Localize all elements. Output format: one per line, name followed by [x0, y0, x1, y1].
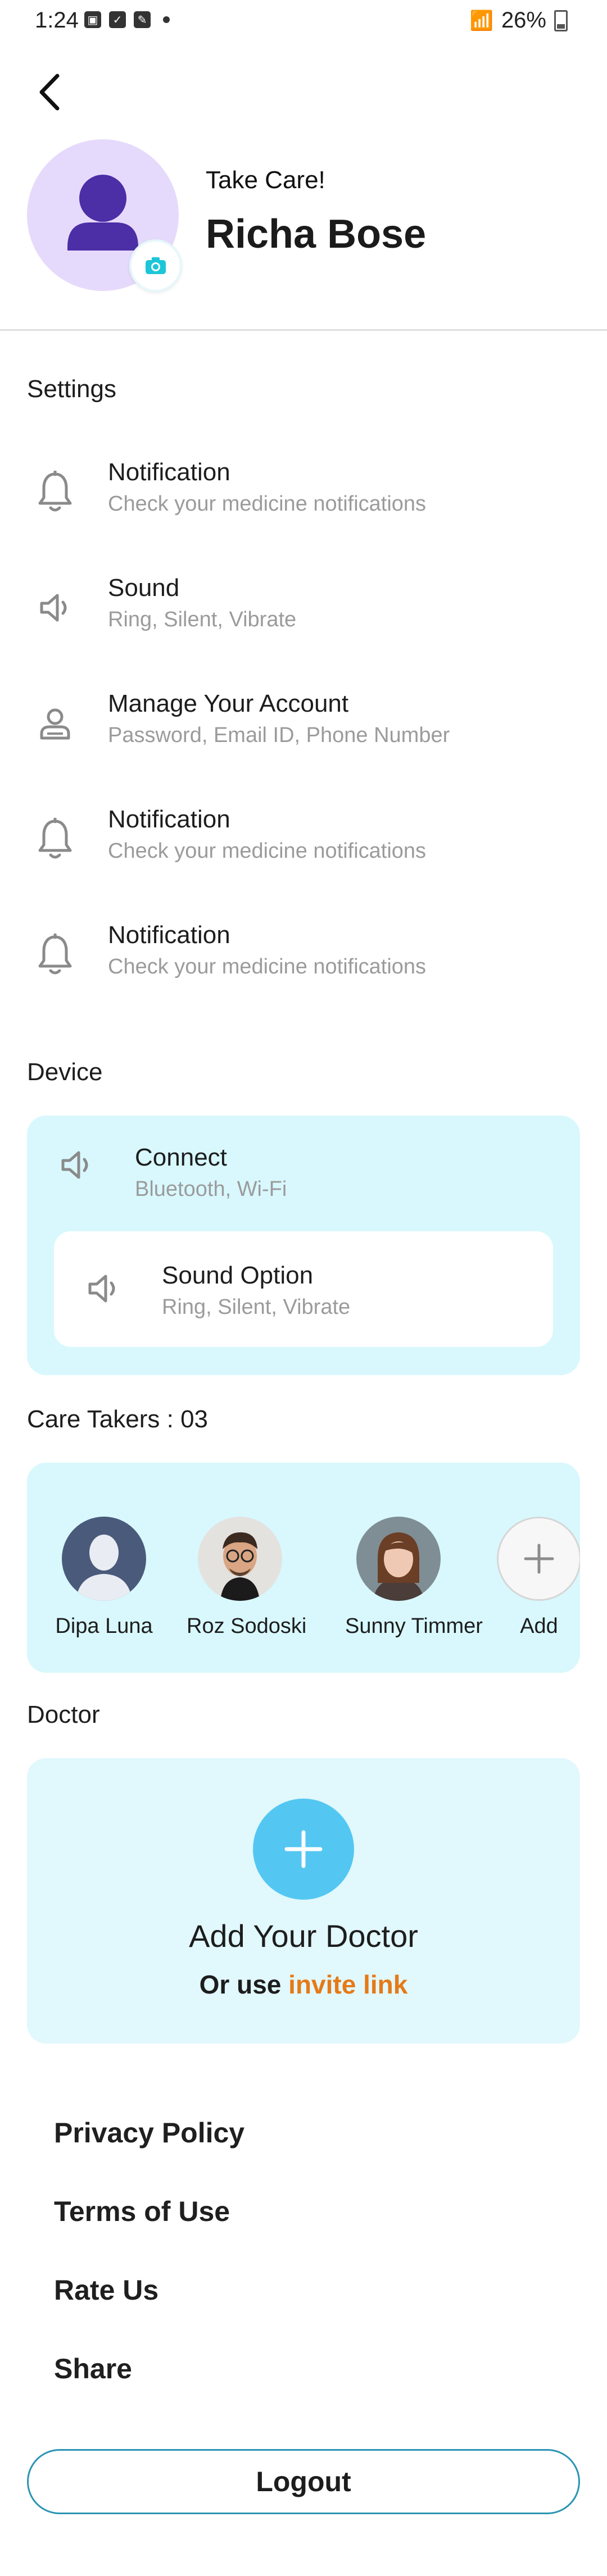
- add-doctor-label: Add Your Doctor: [189, 1918, 418, 1954]
- notification-icons: ▣ ✓ ✎: [84, 11, 170, 28]
- settings-item-title: Notification: [108, 921, 230, 949]
- connect-title: Connect: [135, 1144, 227, 1171]
- add-doctor-button[interactable]: [253, 1799, 354, 1900]
- settings-item-sound[interactable]: Sound Ring, Silent, Vibrate: [0, 557, 607, 658]
- settings-item-subtitle: Ring, Silent, Vibrate: [108, 608, 297, 631]
- plus-icon: [284, 1830, 323, 1868]
- settings-item-subtitle: Check your medicine notifications: [108, 492, 427, 516]
- terms-of-use-link[interactable]: Terms of Use: [54, 2195, 230, 2228]
- share-link[interactable]: Share: [54, 2352, 132, 2385]
- settings-item-title: Sound: [108, 574, 180, 602]
- caretaker-item[interactable]: Sunny Timmer: [345, 1517, 483, 1639]
- user-icon: [33, 701, 78, 746]
- settings-item-subtitle: Check your medicine notifications: [108, 955, 427, 978]
- settings-item-notification[interactable]: Notification Check your medicine notific…: [0, 904, 607, 1005]
- caretaker-item[interactable]: Dipa Luna: [51, 1517, 157, 1639]
- caretaker-item[interactable]: Roz Sodoski: [187, 1517, 307, 1639]
- avatar: [198, 1517, 282, 1601]
- speaker-icon: [85, 1271, 121, 1309]
- doctor-card: Add Your Doctor Or use invite link: [27, 1758, 580, 2043]
- sound-option-title: Sound Option: [162, 1262, 314, 1289]
- caretaker-name: Add: [520, 1614, 558, 1638]
- logout-button[interactable]: Logout: [27, 2449, 580, 2514]
- chevron-left-icon: [39, 74, 60, 111]
- wifi-icon: 📶: [469, 10, 493, 31]
- bell-icon: [33, 932, 78, 977]
- settings-item-account[interactable]: Manage Your Account Password, Email ID, …: [0, 673, 607, 774]
- invite-line: Or use invite link: [27, 1969, 580, 2000]
- speaker-icon: [58, 1147, 94, 1186]
- settings-item-notification[interactable]: Notification Check your medicine notific…: [0, 442, 607, 543]
- settings-item-notification[interactable]: Notification Check your medicine notific…: [0, 789, 607, 890]
- rate-us-link[interactable]: Rate Us: [54, 2274, 158, 2306]
- invite-link[interactable]: invite link: [288, 1970, 407, 1999]
- divider: [0, 329, 607, 331]
- settings-item-title: Notification: [108, 805, 230, 833]
- greeting: Take Care!: [206, 166, 325, 194]
- check-icon: ✓: [109, 11, 126, 28]
- settings-item-title: Notification: [108, 458, 230, 486]
- battery-icon: [554, 10, 568, 31]
- settings-item-title: Manage Your Account: [108, 690, 349, 717]
- caretaker-name: Sunny Timmer: [345, 1614, 483, 1638]
- caretaker-name: Dipa Luna: [55, 1614, 153, 1638]
- back-button[interactable]: [33, 70, 66, 115]
- connect-option[interactable]: Connect Bluetooth, Wi-Fi: [27, 1116, 580, 1228]
- change-photo-button[interactable]: [129, 239, 182, 292]
- bell-icon: [33, 470, 78, 515]
- privacy-policy-link[interactable]: Privacy Policy: [54, 2117, 244, 2149]
- plus-icon: [524, 1544, 554, 1574]
- image-icon: ▣: [84, 11, 101, 28]
- add-avatar: [497, 1517, 580, 1601]
- connect-subtitle: Bluetooth, Wi-Fi: [135, 1177, 287, 1201]
- bell-icon: [33, 817, 78, 862]
- sound-option-subtitle: Ring, Silent, Vibrate: [162, 1295, 351, 1319]
- device-card: Connect Bluetooth, Wi-Fi Sound Option Ri…: [27, 1116, 580, 1375]
- doctor-title: Doctor: [27, 1701, 100, 1728]
- caretaker-name: Roz Sodoski: [187, 1614, 307, 1638]
- device-title: Device: [27, 1058, 103, 1086]
- battery-level: 26%: [501, 8, 546, 33]
- settings-item-subtitle: Check your medicine notifications: [108, 839, 427, 863]
- caretakers-title: Care Takers : 03: [27, 1405, 209, 1433]
- camera-icon: [146, 257, 166, 274]
- dot-icon: [163, 16, 170, 23]
- avatar: [62, 1517, 146, 1601]
- settings-item-subtitle: Password, Email ID, Phone Number: [108, 723, 450, 747]
- speaker-icon: [33, 585, 78, 630]
- status-time: 1:24: [35, 8, 79, 33]
- sound-option[interactable]: Sound Option Ring, Silent, Vibrate: [54, 1231, 553, 1347]
- add-caretaker-button[interactable]: Add: [486, 1517, 580, 1639]
- or-use-text: Or use: [199, 1970, 282, 1999]
- caretakers-card: Dipa Luna Roz Sodoski Sunny Timmer Add: [27, 1463, 580, 1673]
- note-icon: ✎: [134, 11, 151, 28]
- profile-name: Richa Bose: [206, 212, 427, 257]
- settings-title: Settings: [27, 375, 116, 403]
- avatar: [356, 1517, 441, 1601]
- status-right: 📶 26%: [470, 8, 568, 33]
